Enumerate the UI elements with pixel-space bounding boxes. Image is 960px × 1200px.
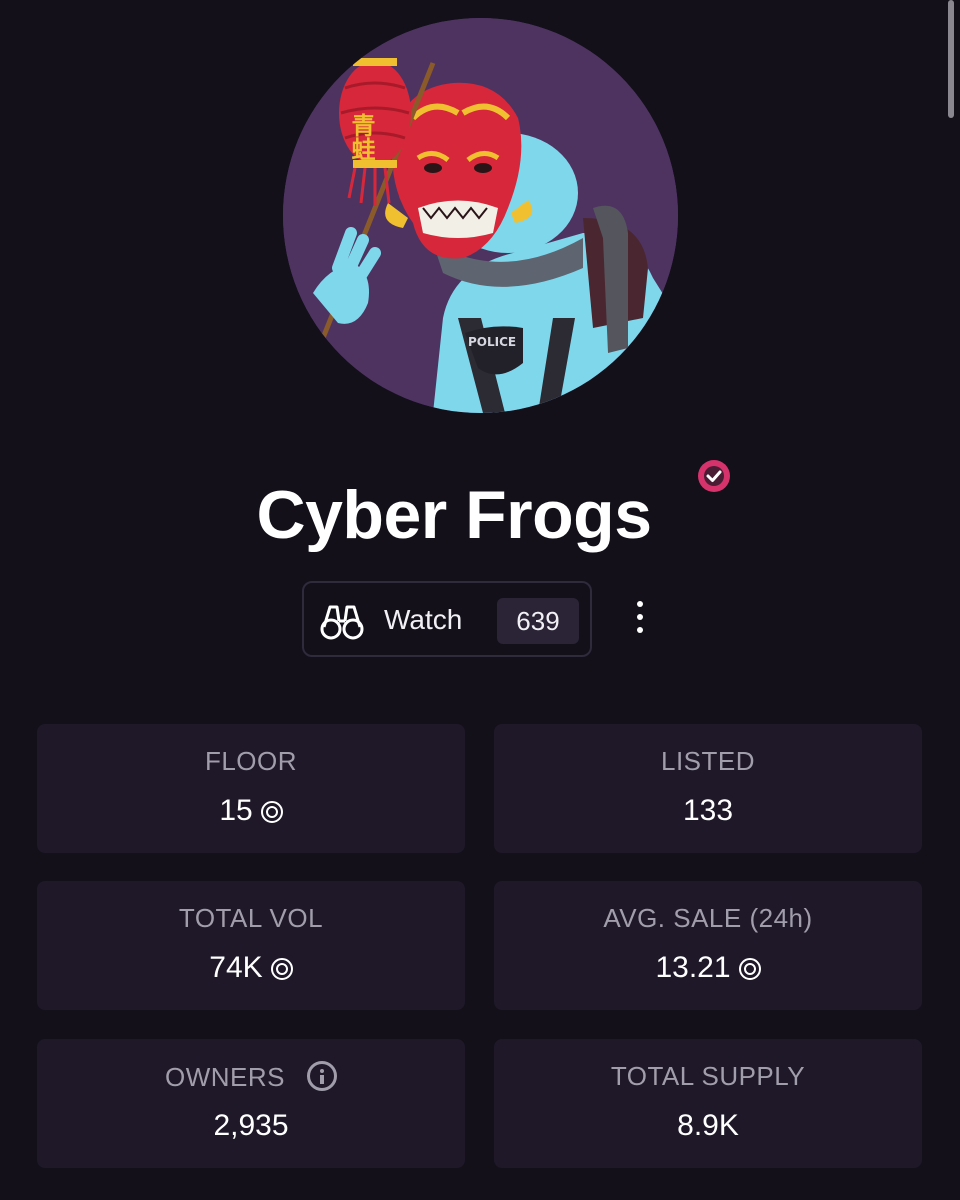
stat-value-owners: 2,935 bbox=[213, 1109, 289, 1142]
watch-button[interactable]: Watch 639 bbox=[302, 581, 592, 657]
binoculars-icon bbox=[320, 605, 364, 640]
info-icon[interactable] bbox=[307, 1061, 337, 1091]
cyber-frog-illustration: POLICE 青蛙 bbox=[283, 18, 678, 413]
stat-label-avg-sale: AVG. SALE (24h) bbox=[603, 903, 813, 933]
scrollbar[interactable] bbox=[948, 0, 954, 118]
verified-badge-icon bbox=[698, 460, 730, 492]
stat-label-floor: FLOOR bbox=[204, 746, 298, 776]
more-options-icon[interactable] bbox=[624, 597, 656, 637]
collection-title: Cyber Frogs bbox=[256, 477, 652, 553]
stat-label-owners: OWNERS bbox=[37, 1061, 465, 1093]
watcher-count: 639 bbox=[497, 598, 579, 644]
sol-coin-icon bbox=[260, 801, 283, 823]
lantern-text: 青蛙 bbox=[347, 113, 375, 161]
title-row: Cyber Frogs bbox=[0, 470, 960, 560]
stat-value-avg-sale: 13.21 bbox=[494, 951, 922, 985]
stat-value-listed: 133 bbox=[682, 794, 734, 827]
stat-card-total-vol: TOTAL VOL 74K bbox=[37, 881, 465, 1010]
sol-coin-icon bbox=[270, 958, 293, 980]
watch-label: Watch bbox=[384, 604, 463, 635]
police-badge-text: POLICE bbox=[468, 335, 516, 349]
stat-card-listed: LISTED 133 bbox=[494, 724, 922, 853]
stat-card-owners: OWNERS 2,935 bbox=[37, 1039, 465, 1168]
stat-label-total-vol: TOTAL VOL bbox=[178, 903, 324, 933]
stat-card-total-supply: TOTAL SUPPLY 8.9K bbox=[494, 1039, 922, 1168]
sol-coin-icon bbox=[738, 958, 761, 980]
collection-avatar: POLICE 青蛙 bbox=[283, 18, 678, 413]
stat-value-total-vol: 74K bbox=[37, 951, 465, 985]
collection-page: POLICE 青蛙 Cyber Frogs Watch 639 FLOOR 15… bbox=[0, 0, 960, 1200]
stat-card-avg-sale: AVG. SALE (24h) 13.21 bbox=[494, 881, 922, 1010]
stat-value-floor: 15 bbox=[37, 794, 465, 828]
stat-card-floor: FLOOR 15 bbox=[37, 724, 465, 853]
stat-label-listed: LISTED bbox=[660, 746, 756, 776]
stat-label-total-supply: TOTAL SUPPLY bbox=[610, 1061, 806, 1091]
stat-value-total-supply: 8.9K bbox=[677, 1109, 739, 1142]
